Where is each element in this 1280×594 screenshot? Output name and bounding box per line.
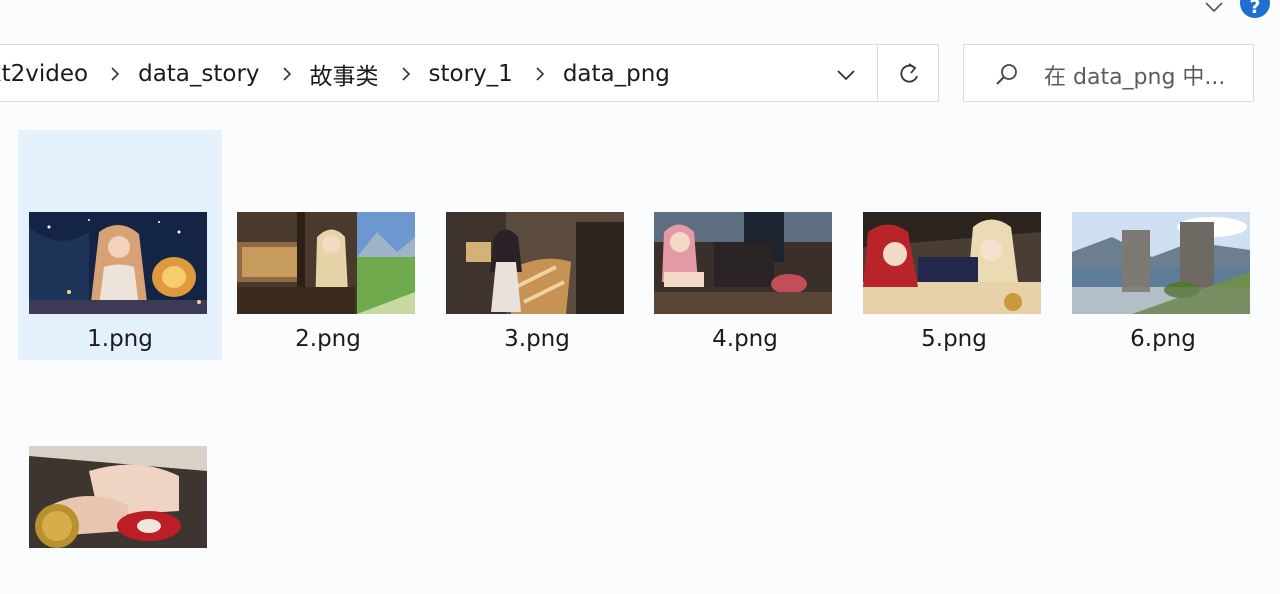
file-thumbnail <box>1072 212 1250 314</box>
search-placeholder: 在 data_png 中... <box>1044 65 1226 90</box>
address-history-chevron-down-icon[interactable] <box>836 67 856 81</box>
breadcrumb-item-data-story[interactable]: data_story <box>138 61 259 87</box>
file-thumbnail <box>654 212 832 314</box>
address-bar[interactable]: xt2video data_story 故事类 story_1 data_png <box>0 44 878 102</box>
file-thumbnail <box>446 212 624 314</box>
file-item-7[interactable] <box>18 364 222 594</box>
file-item-3[interactable]: 3.png <box>435 130 639 360</box>
file-item-5[interactable]: 5.png <box>852 130 1056 360</box>
file-name: 1.png <box>87 326 153 352</box>
file-thumbnail <box>237 212 415 314</box>
breadcrumb-item-data-png[interactable]: data_png <box>563 61 670 87</box>
file-name: 3.png <box>504 326 570 352</box>
file-name: 4.png <box>712 326 778 352</box>
file-name: 6.png <box>1130 326 1196 352</box>
breadcrumb-item-xt2video[interactable]: xt2video <box>0 61 88 87</box>
file-thumbnail <box>29 446 207 548</box>
file-name: 5.png <box>921 326 987 352</box>
file-thumbnail <box>863 212 1041 314</box>
chevron-right-icon[interactable] <box>110 66 120 82</box>
ribbon-expand-chevron-down-icon[interactable] <box>1203 0 1225 14</box>
search-input[interactable]: 在 data_png 中... <box>963 44 1254 102</box>
chevron-right-icon[interactable] <box>401 66 411 82</box>
chevron-right-icon[interactable] <box>282 66 292 82</box>
file-item-6[interactable]: 6.png <box>1061 130 1265 360</box>
file-item-2[interactable]: 2.png <box>226 130 430 360</box>
chevron-right-icon[interactable] <box>535 66 545 82</box>
breadcrumb-item-story-category[interactable]: 故事类 <box>310 57 379 91</box>
ribbon-area: ? <box>0 0 1280 30</box>
help-icon[interactable]: ? <box>1240 0 1270 18</box>
file-item-4[interactable]: 4.png <box>643 130 847 360</box>
refresh-icon <box>900 63 918 83</box>
file-thumbnail <box>29 212 207 314</box>
search-icon <box>996 64 1017 85</box>
file-name: 2.png <box>295 326 361 352</box>
file-item-1[interactable]: 1.png <box>18 130 222 360</box>
breadcrumb: xt2video data_story 故事类 story_1 data_png <box>0 45 670 103</box>
refresh-button[interactable] <box>877 44 939 102</box>
breadcrumb-item-story-1[interactable]: story_1 <box>429 61 513 87</box>
